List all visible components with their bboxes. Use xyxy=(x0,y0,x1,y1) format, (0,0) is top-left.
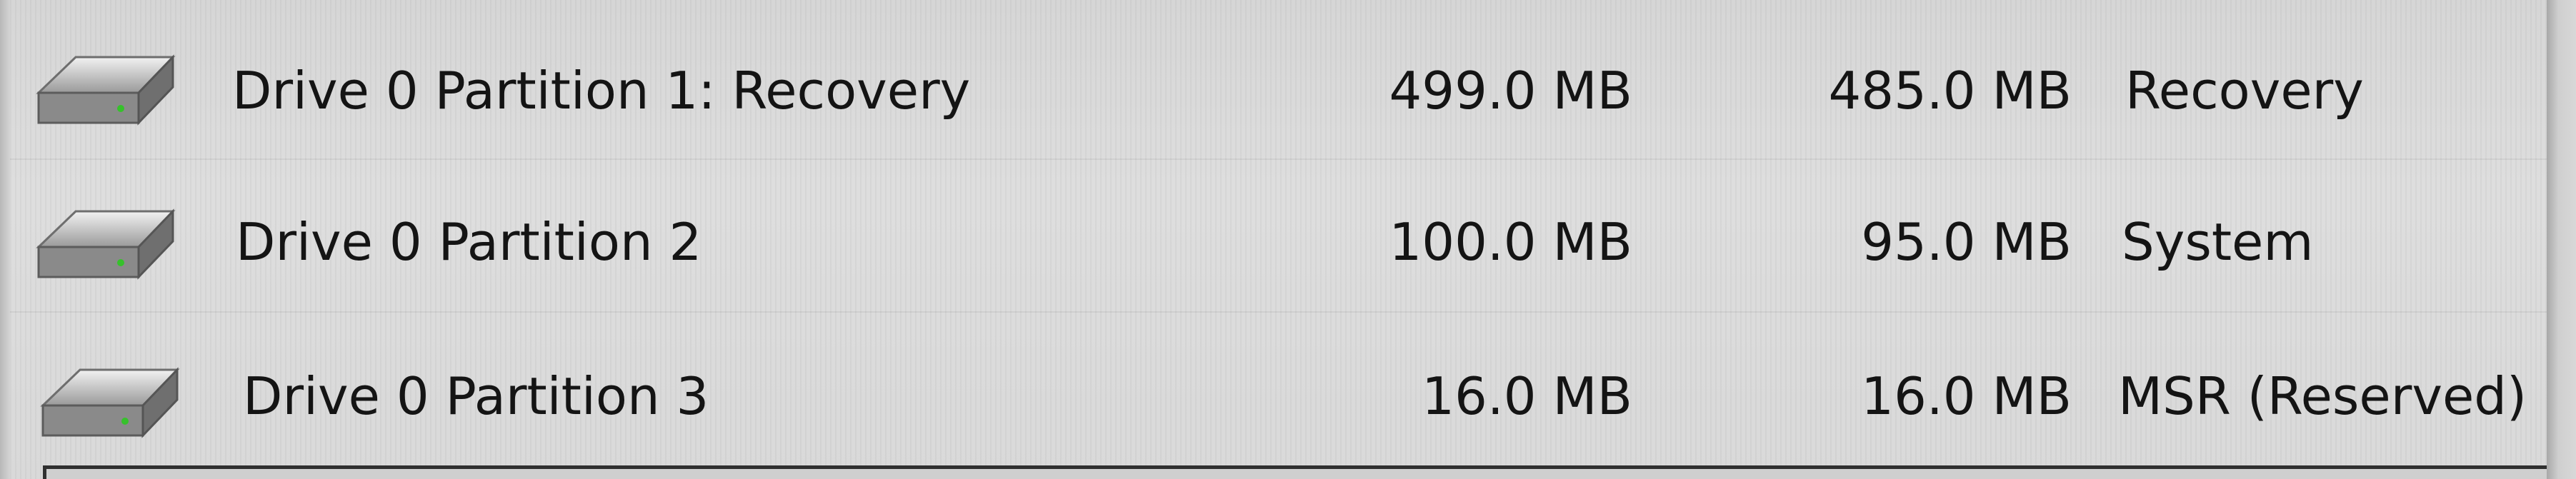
partition-row-3[interactable]: Drive 0 Partition 3 16.0 MB 16.0 MB MSR … xyxy=(0,320,2547,463)
partition-free-space: 95.0 MB xyxy=(1861,212,2072,272)
partition-total-size: 499.0 MB xyxy=(1389,61,1632,121)
vertical-scrollbar[interactable] xyxy=(2547,0,2576,479)
row-divider xyxy=(10,311,2547,313)
partition-name: Drive 0 Partition 2 xyxy=(236,212,702,272)
partition-row-2[interactable]: Drive 0 Partition 2 100.0 MB 95.0 MB Sys… xyxy=(0,168,2547,311)
partition-free-space: 16.0 MB xyxy=(1861,366,2072,426)
hard-drive-icon xyxy=(40,367,180,438)
hard-drive-icon xyxy=(36,208,176,280)
partition-row-1[interactable]: Drive 0 Partition 1: Recovery 499.0 MB 4… xyxy=(0,14,2547,157)
partition-type: Recovery xyxy=(2125,61,2364,121)
partition-free-space: 485.0 MB xyxy=(1828,61,2072,121)
partition-name: Drive 0 Partition 3 xyxy=(243,366,709,426)
row-divider xyxy=(10,158,2547,160)
partition-total-size: 100.0 MB xyxy=(1389,212,1632,272)
partition-total-size: 16.0 MB xyxy=(1422,366,1632,426)
details-pane-frame xyxy=(43,465,2547,479)
partition-name: Drive 0 Partition 1: Recovery xyxy=(232,61,971,121)
partition-type: System xyxy=(2122,212,2314,272)
hard-drive-icon xyxy=(36,54,176,126)
partition-type: MSR (Reserved) xyxy=(2118,366,2527,426)
